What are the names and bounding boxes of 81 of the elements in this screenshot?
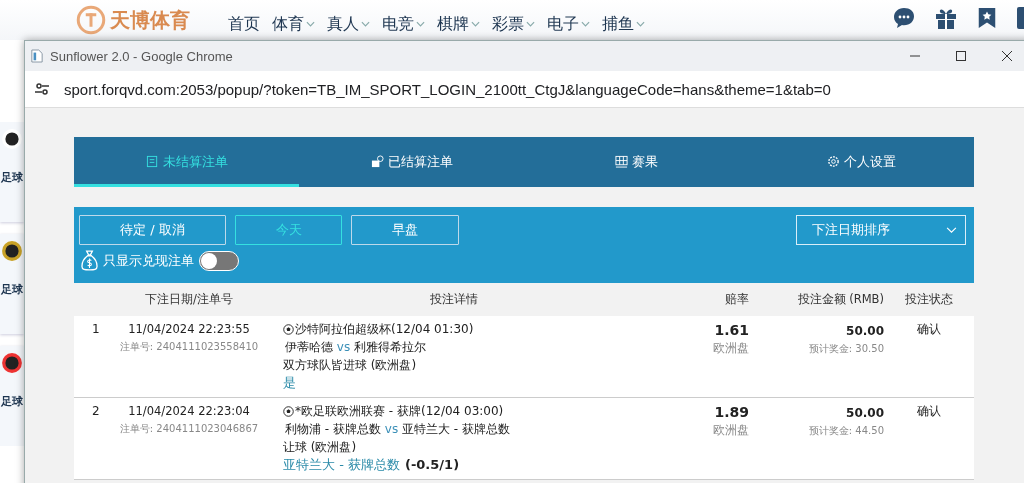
away-team: 利雅得希拉尔 [354,340,426,354]
maximize-icon[interactable] [955,50,967,62]
odds-type: 欧洲盘 [713,422,749,439]
document-icon [145,155,159,168]
logo-icon [76,5,106,35]
tab[interactable]: 个人设置 [749,137,974,187]
soccer-ball-icon [283,323,294,335]
stake-amount: 50.00 [846,324,884,338]
ticket-number: 注单号: 2404111023558410 [119,340,259,354]
close-icon[interactable] [1001,50,1013,62]
market-name: 让球 (欧洲盘) [283,439,357,456]
window-title: Sunflower 2.0 - Google Chrome [50,48,233,64]
market-name: 双方球队皆进球 (欧洲盘) [283,357,417,374]
bet-selection: 亚特兰大 - 获牌总数 [283,457,400,472]
odds-value: 1.89 [714,404,749,420]
team-card[interactable]: 足球 [0,122,24,222]
page-icon [31,49,43,63]
league-name: 沙特阿拉伯超级杯(12/04 01:30) [295,321,474,338]
bookmark-icon[interactable] [976,6,998,30]
chevron-icon [636,21,645,27]
settings-icon [827,155,840,168]
handicap: (-0.5/1) [404,457,460,472]
logo-text: 天博体育 [110,8,190,32]
card-title: 足球 [1,170,23,185]
nav-link[interactable]: 彩票 [492,14,535,34]
chat-icon[interactable] [892,6,916,30]
column-header: 投注金额 (RMB) [796,292,884,307]
nav-link[interactable]: 体育 [272,14,315,34]
nav-link[interactable]: 首页 [228,14,260,34]
home-team: 利物浦 - 获牌总数 [285,422,381,436]
stake-amount: 50.00 [846,406,884,420]
row-number: 2 [92,404,100,418]
chevron-icon [526,21,535,27]
toggle-switch[interactable] [199,250,239,271]
bet-date: 11/04/2024 22:23:04 [128,404,250,418]
team-crest-icon [1,352,23,374]
chevron-icon [416,21,425,27]
nav-link[interactable]: 电子 [547,14,590,34]
tab[interactable]: 未结算注单 [74,137,299,187]
nav-link[interactable]: 棋牌 [437,14,480,34]
tab[interactable]: 赛果 [524,137,749,187]
estimated-payout: 预计奖金: 30.50 [808,342,884,356]
team-crest-icon [1,240,23,262]
league-name: *欧足联欧洲联赛 - 获牌(12/04 03:00) [295,403,504,420]
tab[interactable]: 已结算注单 [299,137,524,187]
chevron-icon [306,21,315,27]
away-team: 亚特兰大 - 获牌总数 [402,422,510,436]
toggle-label: 只显示兑现注单 [103,251,194,270]
bet-status: 确认 [917,404,941,419]
home-team: 伊蒂哈德 [285,340,333,354]
row-number: 1 [92,322,100,336]
team-crest-icon [1,128,23,150]
column-header: 下注日期/注单号 [144,292,234,307]
nav-link[interactable]: 捕鱼 [602,14,645,34]
chevron-icon [581,21,590,27]
scoreboard-icon [615,155,628,168]
caret-icon [946,226,957,234]
nav-link[interactable]: 真人 [327,14,370,34]
card-title: 足球 [1,282,23,297]
column-header: 赔率 [724,292,749,307]
column-header: 投注状态 [904,292,954,307]
team-card[interactable]: 足球 [0,346,24,446]
column-header: 投注详情 [429,292,479,307]
bet-selection: 是 [283,375,296,390]
soccer-ball-icon [283,405,294,417]
vs-label: vs [336,340,351,354]
chevron-icon [471,21,480,27]
estimated-payout: 预计奖金: 44.50 [808,424,884,438]
ticket-number: 注单号: 2404111023046867 [119,422,259,436]
odds-type: 欧洲盘 [713,340,749,357]
vs-label: vs [384,422,399,436]
money-bag-icon [81,250,98,271]
odds-value: 1.61 [714,322,749,338]
chevron-icon [361,21,370,27]
bet-status: 确认 [917,322,941,337]
card-title: 足球 [1,394,23,409]
team-card[interactable]: 足球 [0,234,24,334]
bet-date: 11/04/2024 22:23:55 [128,322,250,336]
coins-clock-icon [370,155,384,168]
site-info-icon[interactable] [34,81,50,97]
nav-link[interactable]: 电竞 [382,14,425,34]
